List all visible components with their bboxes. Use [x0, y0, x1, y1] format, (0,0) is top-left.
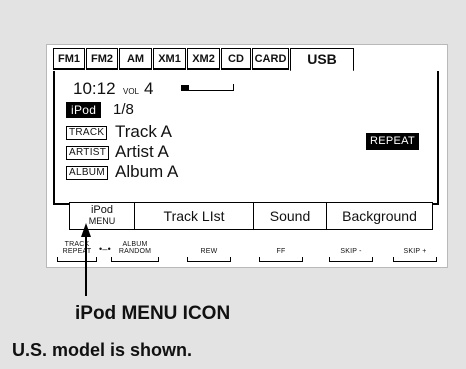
- tab-fm2[interactable]: FM2: [86, 48, 118, 70]
- repeat-badge: REPEAT: [366, 133, 419, 150]
- track-repeat-key-bar: [57, 257, 97, 262]
- tab-xm1[interactable]: XM1: [153, 48, 186, 70]
- artist-tag: ARTIST: [66, 146, 110, 160]
- skip-minus-label: SKIP -: [340, 248, 362, 255]
- clock: 10:12: [73, 79, 116, 98]
- album-random-label-top: ALBUM: [122, 241, 148, 248]
- track-position: 1/8: [113, 101, 134, 118]
- figure-caption: U.S. model is shown.: [12, 340, 193, 360]
- background-button[interactable]: Background: [326, 202, 433, 230]
- album-tag: ALBUM: [66, 166, 108, 180]
- ff-key-bar: [259, 257, 303, 262]
- ipod-menu-label-top: iPod: [90, 204, 114, 216]
- ff-key[interactable]: FF: [259, 248, 303, 262]
- tab-cd[interactable]: CD: [221, 48, 251, 70]
- tab-fm1[interactable]: FM1: [53, 48, 85, 70]
- skip-plus-label: SKIP +: [403, 248, 427, 255]
- ff-label: FF: [276, 248, 286, 255]
- skip-plus-key-bar: [393, 257, 437, 262]
- volume-value: 4: [144, 79, 154, 98]
- sound-button[interactable]: Sound: [253, 202, 327, 230]
- double-arrow-icon: •–•: [99, 244, 111, 254]
- ipod-menu-label-bottom: MENU: [88, 216, 116, 226]
- track-repeat-label-bottom: REPEAT: [62, 248, 92, 255]
- track-name: Track A: [115, 122, 172, 141]
- ipod-menu-button[interactable]: iPod MENU: [69, 202, 135, 230]
- track-repeat-label-top: TRACK: [64, 241, 90, 248]
- function-key-labels: TRACK REPEAT •–• ALBUM RANDOM REW FF SKI…: [53, 241, 443, 265]
- rew-label: REW: [200, 248, 218, 255]
- skip-minus-key[interactable]: SKIP -: [329, 248, 373, 262]
- volume-bar-fill: [181, 85, 189, 90]
- tab-am[interactable]: AM: [119, 48, 152, 70]
- album-name: Album A: [115, 162, 179, 181]
- callout-label: iPod MENU ICON: [75, 303, 231, 324]
- skip-plus-key[interactable]: SKIP +: [393, 248, 437, 262]
- volume-label: VOL: [123, 87, 140, 96]
- volume-bar: [181, 84, 234, 91]
- skip-minus-key-bar: [329, 257, 373, 262]
- album-random-key[interactable]: ALBUM RANDOM: [111, 241, 159, 262]
- tab-card[interactable]: CARD: [252, 48, 289, 70]
- track-repeat-key[interactable]: TRACK REPEAT: [57, 241, 97, 262]
- track-tag: TRACK: [66, 126, 108, 140]
- tab-xm2[interactable]: XM2: [187, 48, 220, 70]
- callout-leader-line: [85, 226, 87, 296]
- ipod-source-badge: iPod: [66, 102, 102, 118]
- album-random-key-bar: [111, 257, 159, 262]
- now-playing-screen: 10:12 VOL 4 iPod 1/8 TRACK Track A ARTIS…: [53, 71, 439, 205]
- tab-usb[interactable]: USB: [290, 48, 354, 72]
- rew-key[interactable]: REW: [187, 248, 231, 262]
- source-tabs: FM1 FM2 AM XM1 XM2 CD CARD USB: [53, 47, 441, 73]
- menu-bar: iPod MENU Track LIst Sound Background: [69, 202, 433, 230]
- rew-key-bar: [187, 257, 231, 262]
- artist-name: Artist A: [115, 142, 169, 161]
- album-random-label-bottom: RANDOM: [118, 248, 152, 255]
- head-unit-panel: FM1 FM2 AM XM1 XM2 CD CARD USB 10:12 VOL…: [46, 44, 448, 268]
- track-list-button[interactable]: Track LIst: [134, 202, 254, 230]
